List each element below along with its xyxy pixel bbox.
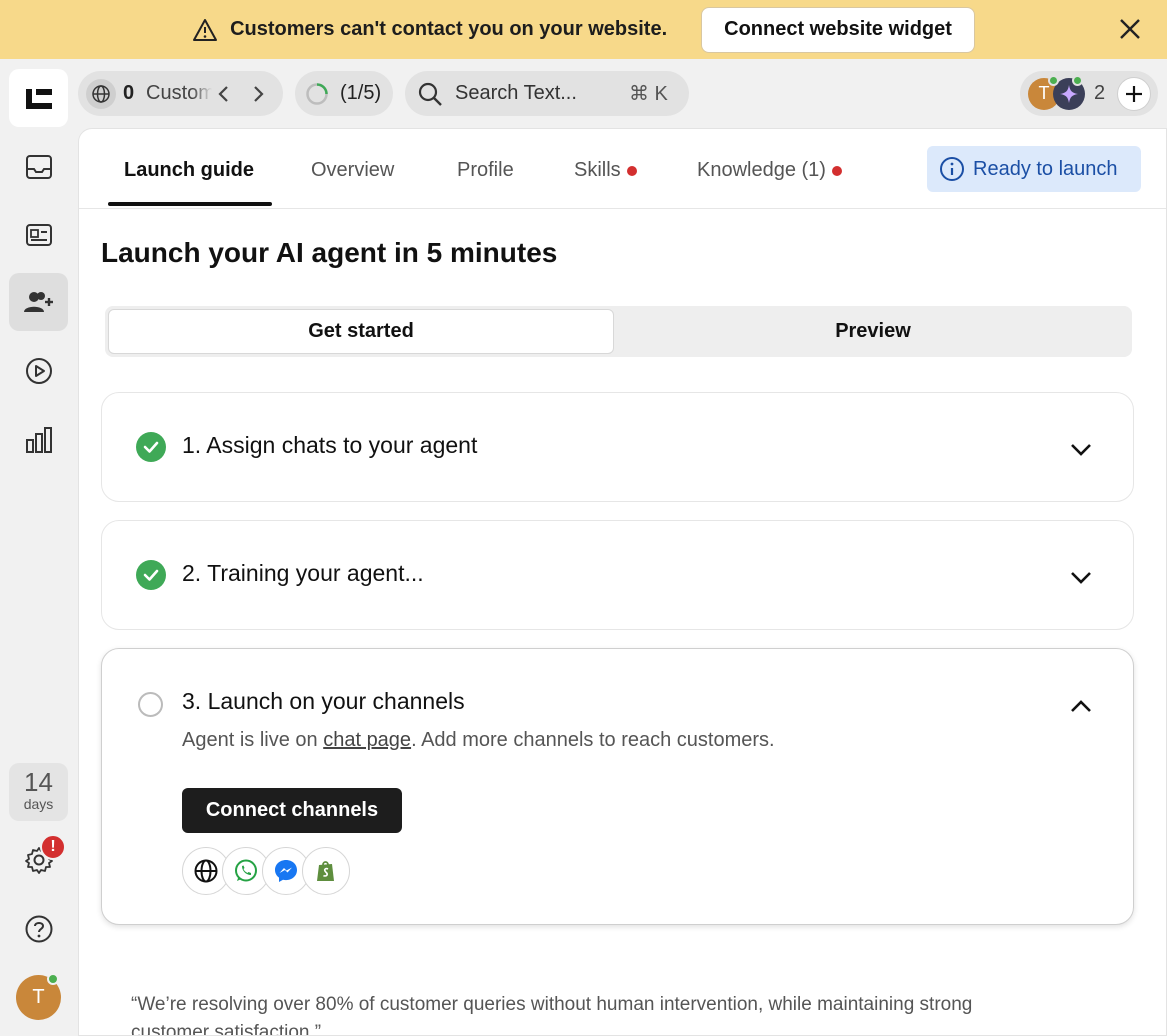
get-started-toggle[interactable]: Get started [108,309,614,354]
step-title: 2. Training your agent... [182,560,424,586]
check-circle-icon [136,432,166,462]
conversation-navigator: 0 Customers [78,71,283,116]
settings-alert-badge: ! [40,834,66,860]
help-icon [25,915,52,943]
search-icon [418,82,442,106]
progress-ring-icon [306,82,328,105]
step-launch-channels: 3. Launch on your channels Agent is live… [101,648,1134,925]
customer-quote: “We’re resolving over 80% of customer qu… [131,994,973,1036]
plus-icon [1126,86,1142,102]
play-circle-icon [25,358,52,384]
bar-chart-icon [25,427,52,453]
chevron-left-icon[interactable] [215,84,233,104]
users-plus-icon [23,292,53,312]
step-assign-chats[interactable]: 1. Assign chats to your agent [101,392,1134,502]
incomplete-circle-icon [138,692,163,717]
check-circle-icon [136,560,166,590]
warning-banner: Customers can't contact you on your webs… [0,0,1167,59]
tab-knowledge[interactable]: Knowledge (1) [697,159,842,182]
preview-toggle[interactable]: Preview [617,309,1129,354]
contacts-nav[interactable] [9,206,68,264]
chevron-down-icon[interactable] [1067,564,1095,592]
step-description-suffix: . Add more channels to reach customers. [411,729,775,751]
banner-message: Customers can't contact you on your webs… [230,18,668,40]
agents-nav[interactable] [9,273,68,331]
knowledge-alert-dot [831,165,842,176]
search-shortcut: ⌘ K [629,83,668,105]
tab-overview-label: Overview [311,159,395,181]
tab-launch-guide[interactable]: Launch guide [124,159,254,182]
help-nav[interactable] [9,900,68,958]
globe-badge [86,78,116,109]
close-icon[interactable] [1117,16,1143,42]
step-description: Agent is live on chat page. Add more cha… [182,729,775,752]
sparkle-icon [1060,84,1078,103]
ai-online-dot [1072,75,1083,86]
chevron-up-icon[interactable] [1067,692,1095,720]
chevron-right-icon[interactable] [249,84,267,104]
tab-skills-label: Skills [574,159,621,181]
tab-knowledge-label: Knowledge (1) [697,159,826,181]
main-panel: Launch guide Overview Profile Skills Kno… [78,128,1167,1036]
tab-profile[interactable]: Profile [457,159,514,182]
logo-icon [25,89,52,109]
view-switcher: Get started Preview [105,306,1132,357]
chevron-down-icon[interactable] [1067,436,1095,464]
globe-icon [92,84,110,103]
warning-icon [193,18,218,41]
shopify-icon [302,847,350,895]
active-tab-indicator [108,202,272,206]
conversation-label: Customers [146,82,212,104]
step-title: 1. Assign chats to your agent [182,432,478,458]
page-title: Launch your AI agent in 5 minutes [101,237,558,268]
agent-online-dot [1048,75,1059,86]
app-logo[interactable] [9,69,68,127]
trial-days-number: 14 [24,767,53,797]
reports-nav[interactable] [9,411,68,469]
online-count: 2 [1094,82,1106,104]
connect-website-widget-button[interactable]: Connect website widget [701,6,975,53]
chat-page-link[interactable]: chat page [323,729,411,751]
ready-to-launch-label: Ready to launch [973,157,1118,180]
step-description-prefix: Agent is live on [182,729,324,751]
left-rail: 14 days ! T [0,59,77,1036]
conversation-count: 0 [123,82,135,104]
inbox-nav[interactable] [9,138,68,196]
tab-launch-guide-label: Launch guide [124,159,254,181]
tab-profile-label: Profile [457,159,514,181]
tab-skills[interactable]: Skills [574,159,637,182]
step-training[interactable]: 2. Training your agent... [101,520,1134,630]
inbox-icon [25,155,52,179]
search-input[interactable]: Search Text... [455,82,577,105]
setup-progress[interactable]: (1/5) [295,71,393,116]
trial-days-label: days [23,796,54,812]
connect-channels-button[interactable]: Connect channels [182,788,402,833]
info-icon [940,157,964,181]
ready-to-launch-button[interactable]: Ready to launch [927,146,1141,192]
add-button[interactable] [1117,77,1151,111]
online-status-dot [47,973,59,985]
skills-alert-dot [626,165,637,176]
tab-bar: Launch guide Overview Profile Skills Kno… [79,129,1166,209]
tab-overview[interactable]: Overview [311,159,394,182]
automation-nav[interactable] [9,342,68,400]
trial-days-counter[interactable]: 14 days [9,763,68,821]
id-card-icon [25,224,52,246]
step-title: 3. Launch on your channels [182,688,465,714]
progress-text: (1/5) [340,82,382,104]
search-bar[interactable]: Search Text... ⌘ K [405,71,689,116]
